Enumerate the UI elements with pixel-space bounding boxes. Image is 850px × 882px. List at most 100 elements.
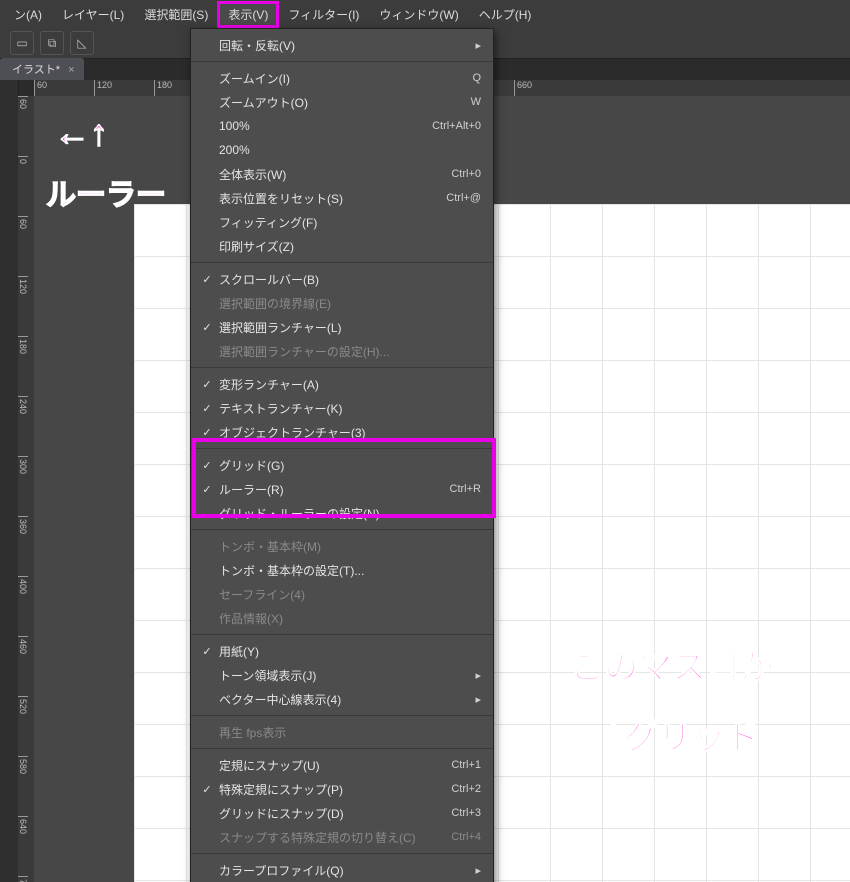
menu-item-label: 全体表示(W) bbox=[215, 166, 451, 183]
tool-icon-shape[interactable]: ◺ bbox=[70, 31, 94, 55]
menu-item[interactable]: 100%Ctrl+Alt+0 bbox=[191, 114, 493, 138]
menu-item-label: 作品情報(X) bbox=[215, 610, 481, 627]
menu-item-label: トンボ・基本枠(M) bbox=[215, 538, 481, 555]
menu-item: 作品情報(X) bbox=[191, 606, 493, 630]
menu-item[interactable]: ✓スクロールバー(B) bbox=[191, 267, 493, 291]
close-icon[interactable]: × bbox=[68, 64, 78, 74]
menu-item-shortcut: Ctrl+R bbox=[450, 483, 481, 495]
menu-item-label: 印刷サイズ(Z) bbox=[215, 238, 481, 255]
check-icon: ✓ bbox=[199, 459, 215, 472]
menu-item[interactable]: 回転・反転(V)▸ bbox=[191, 33, 493, 57]
check-icon: ✓ bbox=[199, 483, 215, 496]
menu-item-label: 回転・反転(V) bbox=[215, 37, 469, 54]
ruler-h-tick: 60 bbox=[34, 80, 94, 96]
ruler-v-tick: 640 bbox=[18, 816, 28, 876]
ruler-h-tick: 120 bbox=[94, 80, 154, 96]
menu-item[interactable]: 全体表示(W)Ctrl+0 bbox=[191, 162, 493, 186]
ruler-v-tick: 300 bbox=[18, 456, 28, 516]
check-icon: ✓ bbox=[199, 321, 215, 334]
menu-item[interactable]: ✓グリッド(G) bbox=[191, 453, 493, 477]
menu-item-label: テキストランチャー(K) bbox=[215, 400, 481, 417]
menu-item[interactable]: ズームイン(I)Q bbox=[191, 66, 493, 90]
menu-item-label: トンボ・基本枠の設定(T)... bbox=[215, 562, 481, 579]
menu-item[interactable]: ✓用紙(Y) bbox=[191, 639, 493, 663]
chevron-right-icon: ▸ bbox=[469, 693, 481, 706]
menu-item-label: 用紙(Y) bbox=[215, 643, 481, 660]
menu-item-label: グリッド・ルーラーの設定(N)... bbox=[215, 505, 481, 522]
menu-item-label: トーン領域表示(J) bbox=[215, 667, 469, 684]
tool-icon-crop[interactable]: ⧉ bbox=[40, 31, 64, 55]
menu-separator bbox=[191, 61, 493, 62]
menu-item[interactable]: ✓特殊定規にスナップ(P)Ctrl+2 bbox=[191, 777, 493, 801]
menu-item[interactable]: トーン領域表示(J)▸ bbox=[191, 663, 493, 687]
menu-item-2[interactable]: 選択範囲(S) bbox=[134, 2, 218, 27]
menu-item-label: 200% bbox=[215, 143, 481, 157]
menu-item[interactable]: ✓テキストランチャー(K) bbox=[191, 396, 493, 420]
menu-item-shortcut: Ctrl+Alt+0 bbox=[432, 120, 481, 132]
menu-item[interactable]: 200% bbox=[191, 138, 493, 162]
menu-item[interactable]: 印刷サイズ(Z) bbox=[191, 234, 493, 258]
menu-item[interactable]: 定規にスナップ(U)Ctrl+1 bbox=[191, 753, 493, 777]
menu-item-label: グリッドにスナップ(D) bbox=[215, 805, 451, 822]
menu-item[interactable]: ✓選択範囲ランチャー(L) bbox=[191, 315, 493, 339]
ruler-h-tick: 660 bbox=[514, 80, 574, 96]
menu-separator bbox=[191, 529, 493, 530]
ruler-v-tick: 120 bbox=[18, 276, 28, 336]
menu-item-label: ルーラー(R) bbox=[215, 481, 450, 498]
document-tab[interactable]: イラスト* × bbox=[0, 58, 84, 80]
ruler-v-tick: 60 bbox=[18, 96, 28, 156]
menu-item-shortcut: Ctrl+0 bbox=[451, 168, 481, 180]
menu-item-0[interactable]: ン(A) bbox=[4, 2, 52, 27]
check-icon: ✓ bbox=[199, 273, 215, 286]
menu-separator bbox=[191, 262, 493, 263]
menu-item[interactable]: グリッド・ルーラーの設定(N)... bbox=[191, 501, 493, 525]
menu-item[interactable]: グリッドにスナップ(D)Ctrl+3 bbox=[191, 801, 493, 825]
menu-item[interactable]: ✓ルーラー(R)Ctrl+R bbox=[191, 477, 493, 501]
menu-item-label: ベクター中心線表示(4) bbox=[215, 691, 469, 708]
menu-item[interactable]: トンボ・基本枠の設定(T)... bbox=[191, 558, 493, 582]
check-icon: ✓ bbox=[199, 402, 215, 415]
menu-item-shortcut: Q bbox=[472, 72, 481, 84]
menu-item-4[interactable]: フィルター(I) bbox=[278, 2, 369, 27]
menu-item-label: セーフライン(4) bbox=[215, 586, 481, 603]
menu-item-label: 定規にスナップ(U) bbox=[215, 757, 451, 774]
chevron-right-icon: ▸ bbox=[469, 39, 481, 52]
menu-item-shortcut: Ctrl+@ bbox=[446, 192, 481, 204]
menu-item-shortcut: Ctrl+1 bbox=[451, 759, 481, 771]
menu-item[interactable]: ✓オブジェクトランチャー(3) bbox=[191, 420, 493, 444]
menu-item-label: ズームイン(I) bbox=[215, 70, 472, 87]
menu-item-label: フィッティング(F) bbox=[215, 214, 481, 231]
menu-item-shortcut: Ctrl+4 bbox=[451, 831, 481, 843]
ruler-v-tick: 700 bbox=[18, 876, 28, 882]
tool-icon-rect[interactable]: ▭ bbox=[10, 31, 34, 55]
menu-item[interactable]: フィッティング(F) bbox=[191, 210, 493, 234]
menu-item-shortcut: W bbox=[471, 96, 481, 108]
menu-separator bbox=[191, 715, 493, 716]
menu-item-1[interactable]: レイヤー(L) bbox=[52, 2, 134, 27]
menu-item-3[interactable]: 表示(V) bbox=[218, 2, 278, 27]
menu-item[interactable]: ズームアウト(O)W bbox=[191, 90, 493, 114]
menu-item[interactable]: ✓変形ランチャー(A) bbox=[191, 372, 493, 396]
menu-item-label: スナップする特殊定規の切り替え(C) bbox=[215, 829, 451, 846]
menu-item-label: 100% bbox=[215, 119, 432, 133]
menu-item-label: 特殊定規にスナップ(P) bbox=[215, 781, 451, 798]
menu-separator bbox=[191, 853, 493, 854]
menu-item-shortcut: Ctrl+2 bbox=[451, 783, 481, 795]
menu-bar: ン(A)レイヤー(L)選択範囲(S)表示(V)フィルター(I)ウィンドウ(W)ヘ… bbox=[0, 0, 850, 29]
menu-item-6[interactable]: ヘルプ(H) bbox=[469, 2, 542, 27]
menu-item[interactable]: 表示位置をリセット(S)Ctrl+@ bbox=[191, 186, 493, 210]
menu-item-label: 表示位置をリセット(S) bbox=[215, 190, 446, 207]
menu-separator bbox=[191, 634, 493, 635]
menu-item[interactable]: カラープロファイル(Q)▸ bbox=[191, 858, 493, 882]
menu-item-label: カラープロファイル(Q) bbox=[215, 862, 469, 879]
menu-item-label: 再生 fps表示 bbox=[215, 724, 481, 741]
menu-item-label: 選択範囲の境界線(E) bbox=[215, 295, 481, 312]
check-icon: ✓ bbox=[199, 426, 215, 439]
menu-item: トンボ・基本枠(M) bbox=[191, 534, 493, 558]
check-icon: ✓ bbox=[199, 378, 215, 391]
menu-item[interactable]: ベクター中心線表示(4)▸ bbox=[191, 687, 493, 711]
menu-item-label: ズームアウト(O) bbox=[215, 94, 471, 111]
menu-item: 選択範囲の境界線(E) bbox=[191, 291, 493, 315]
vertical-scrollbar[interactable] bbox=[0, 80, 19, 882]
menu-item-5[interactable]: ウィンドウ(W) bbox=[369, 2, 468, 27]
